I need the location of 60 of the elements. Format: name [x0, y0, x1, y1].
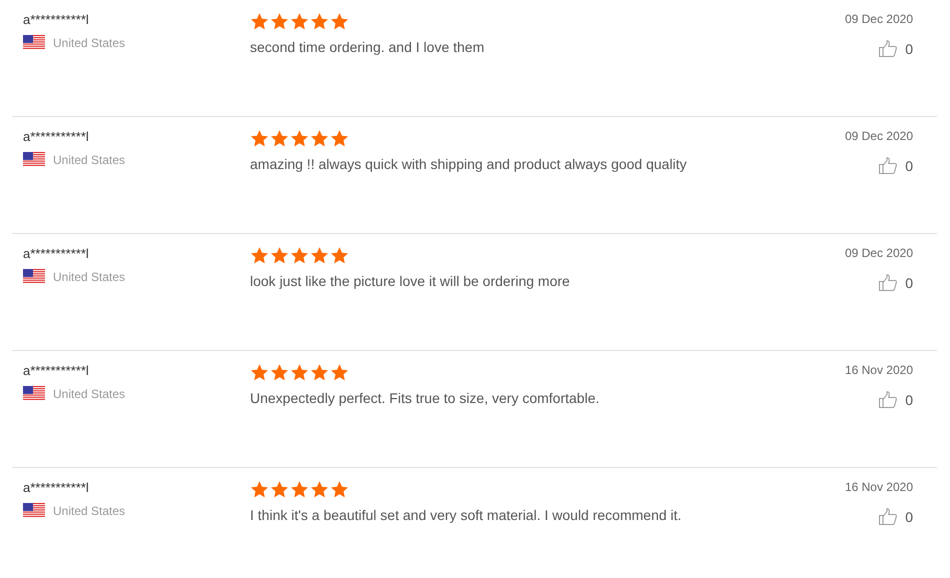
reviewer-country: United States: [53, 152, 126, 166]
review-text: amazing !! always quick with shipping and product always good quality: [250, 156, 688, 172]
star-icon: [330, 363, 349, 382]
star-icon: [270, 129, 289, 148]
star-icon: [270, 12, 289, 31]
star-icon: [290, 129, 309, 148]
reviewer-country: United States: [53, 270, 126, 284]
star-icon: [330, 246, 349, 265]
reviewer-name: a***********l: [23, 12, 90, 27]
reviewer-country: United States: [53, 386, 126, 400]
flag-icon: [23, 386, 45, 401]
star-icon: [310, 12, 329, 31]
star-icon: [270, 246, 289, 265]
reviewer-name: a***********l: [23, 480, 90, 495]
thumbs-up-icon[interactable]: [879, 508, 898, 525]
star-icon: [330, 129, 349, 148]
review-text: Unexpectedly perfect. Fits true to size, very comfortable.: [250, 390, 600, 406]
flag-icon: [23, 503, 45, 518]
review-text: look just like the picture love it will be ordering more: [250, 273, 571, 289]
star-icon: [250, 363, 269, 382]
star-icon: [250, 129, 269, 148]
review-date: 16 Nov 2020: [844, 363, 913, 377]
star-icon: [330, 480, 349, 499]
star-icon: [250, 246, 269, 265]
reviewer-country: United States: [53, 36, 126, 50]
reviewer-country: United States: [53, 504, 126, 518]
review-date: 09 Dec 2020: [844, 246, 913, 260]
star-icon: [330, 12, 349, 31]
reviewer-name: a***********l: [23, 363, 90, 378]
flag-icon: [23, 269, 45, 284]
star-icon: [310, 480, 329, 499]
star-icon: [250, 480, 269, 499]
like-count: 0: [905, 274, 913, 290]
reviewer-name: a***********l: [23, 129, 90, 144]
review-date: 09 Dec 2020: [844, 129, 913, 143]
star-icon: [290, 12, 309, 31]
reviewer-name: a***********l: [23, 246, 90, 261]
like-count: 0: [905, 392, 913, 408]
star-icon: [310, 246, 329, 265]
review-text: second time ordering. and I love them: [250, 39, 486, 55]
thumbs-up-icon[interactable]: [879, 391, 898, 408]
review-date: 16 Nov 2020: [844, 480, 913, 494]
review-date: 09 Dec 2020: [844, 12, 913, 26]
review-text: I think it's a beautiful set and very soft material. I would recommend it.: [250, 507, 682, 523]
like-count: 0: [905, 158, 913, 174]
star-icon: [310, 129, 329, 148]
like-count: 0: [905, 508, 913, 524]
star-icon: [270, 363, 289, 382]
star-icon: [310, 363, 329, 382]
like-count: 0: [905, 40, 913, 56]
star-icon: [290, 480, 309, 499]
star-icon: [250, 12, 269, 31]
flag-icon: [23, 152, 45, 167]
star-icon: [290, 246, 309, 265]
thumbs-up-icon[interactable]: [879, 157, 898, 174]
star-icon: [270, 480, 289, 499]
thumbs-up-icon[interactable]: [879, 40, 898, 57]
thumbs-up-icon[interactable]: [879, 274, 898, 291]
flag-icon: [23, 35, 45, 50]
star-icon: [290, 363, 309, 382]
